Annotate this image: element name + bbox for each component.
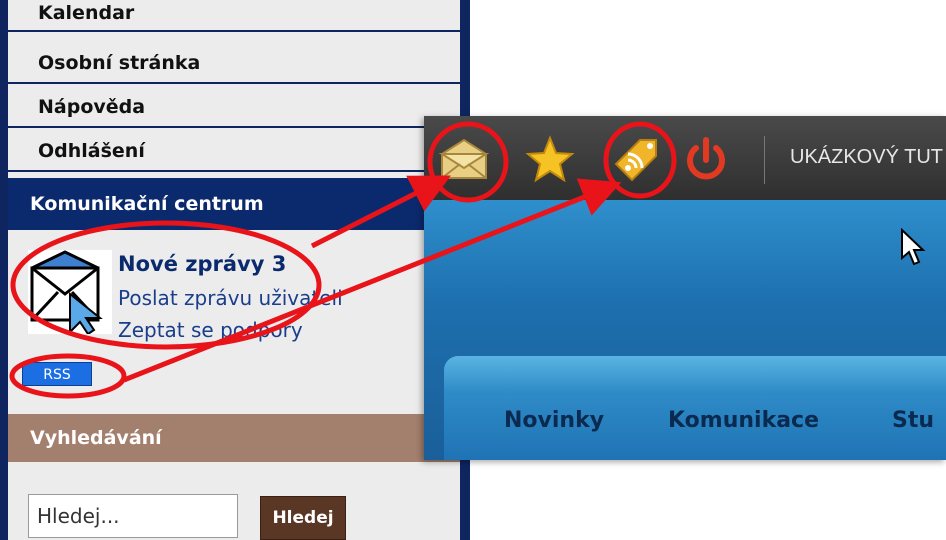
search-button[interactable]: Hledej: [260, 496, 346, 540]
nav-link-studium[interactable]: Stu: [892, 408, 934, 433]
nav-link-novinky[interactable]: Novinky: [504, 408, 604, 433]
power-icon[interactable]: [680, 134, 732, 186]
search-header: Vyhledávání: [8, 414, 460, 462]
menu-item-help[interactable]: Nápověda: [8, 88, 460, 128]
menu-item-logout[interactable]: Odhlášení: [8, 132, 460, 172]
top-toolbar: UKÁZKOVÝ TUT: [424, 116, 946, 200]
star-icon[interactable]: [524, 134, 576, 186]
new-messages-link[interactable]: Nové zprávy 3: [118, 252, 286, 276]
communication-center-header: Komunikační centrum: [8, 178, 460, 230]
search-input[interactable]: [28, 494, 238, 538]
site-header-screenshot: UKÁZKOVÝ TUT Novinky Komunikace Stu: [424, 116, 946, 460]
nav-link-komunikace[interactable]: Komunikace: [668, 408, 819, 433]
left-sidebar: Kalendar Osobní stránka Nápověda Odhláše…: [0, 0, 470, 540]
ask-support-link[interactable]: Zeptat se podpory: [118, 318, 303, 342]
rss-button[interactable]: RSS: [22, 362, 92, 386]
sidebar-border-left: [0, 0, 8, 540]
send-message-link[interactable]: Poslat zprávu uživateli: [118, 286, 343, 310]
toolbar-separator: [764, 136, 765, 184]
envelope-cursor-icon[interactable]: [28, 250, 112, 336]
mouse-cursor-icon: [900, 227, 926, 268]
envelope-icon[interactable]: [438, 134, 490, 186]
menu-item-personal-page[interactable]: Osobní stránka: [8, 44, 460, 84]
rss-tag-icon[interactable]: [610, 134, 662, 186]
menu-item-kalendar[interactable]: Kalendar: [8, 0, 460, 32]
tutorial-screenshot: Kalendar Osobní stránka Nápověda Odhláše…: [0, 0, 946, 540]
search-body: Hledej: [8, 462, 460, 540]
site-title[interactable]: UKÁZKOVÝ TUT: [790, 146, 943, 169]
